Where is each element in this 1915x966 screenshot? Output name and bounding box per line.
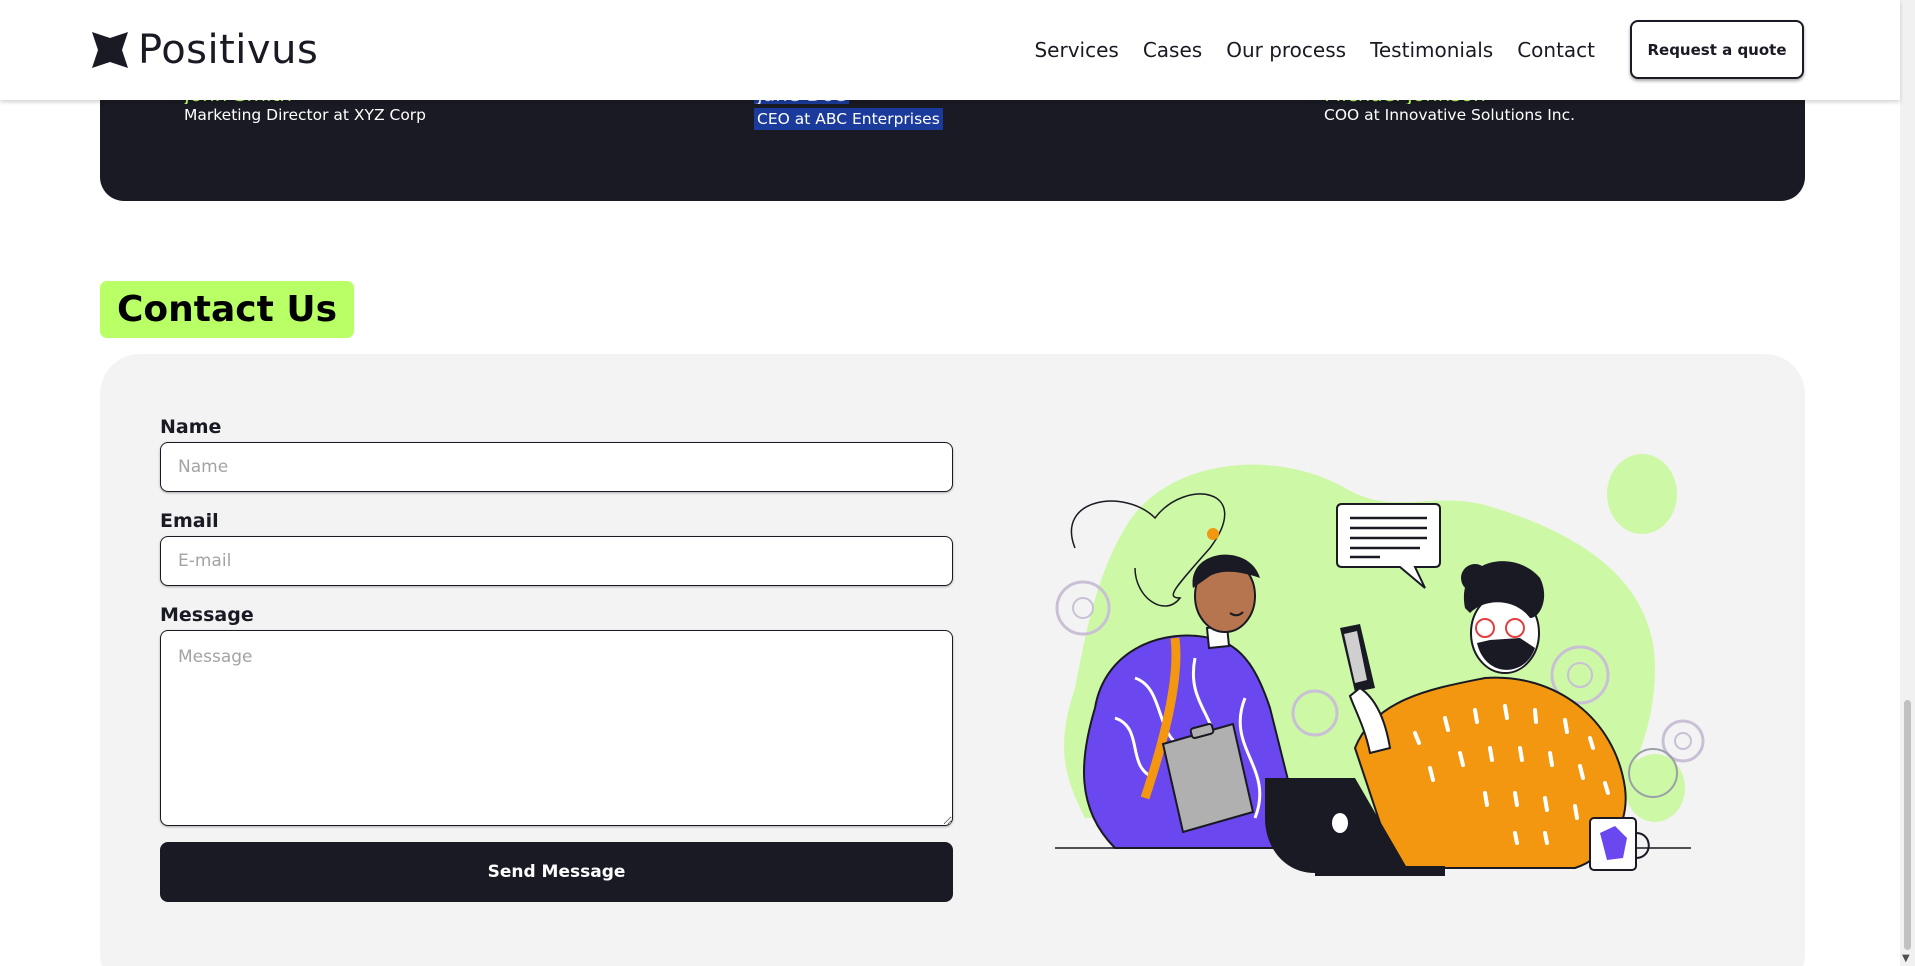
gear-icon-hub (1674, 732, 1692, 750)
testimonial-role: COO at Innovative Solutions Inc. (1324, 106, 1576, 124)
brand-name: Positivus (138, 27, 319, 73)
positivus-star-icon (92, 32, 128, 68)
scroll-down-arrow-icon[interactable]: ▼ (1902, 954, 1910, 964)
testimonial-role: CEO at ABC Enterprises (754, 108, 943, 130)
decorative-dot (1207, 528, 1219, 540)
nav-link-testimonials[interactable]: Testimonials (1370, 37, 1493, 63)
message-label: Message (160, 604, 254, 626)
nav-link-services[interactable]: Services (1034, 37, 1118, 63)
page-scrollbar[interactable]: ▼ (1900, 0, 1915, 966)
request-quote-button[interactable]: Request a quote (1630, 20, 1804, 79)
send-message-button[interactable]: Send Message (160, 842, 953, 902)
testimonial-role: Marketing Director at XYZ Corp (184, 106, 427, 124)
email-input[interactable] (160, 536, 953, 586)
message-textarea[interactable] (160, 630, 953, 826)
gear-icon-hub (1072, 597, 1094, 619)
contact-heading: Contact Us (100, 281, 355, 338)
name-label: Name (160, 416, 222, 438)
contact-illustration (1055, 454, 1705, 876)
nav-link-cases[interactable]: Cases (1143, 37, 1202, 63)
nav-link-contact[interactable]: Contact (1517, 37, 1595, 63)
nav-link-our-process[interactable]: Our process (1226, 37, 1346, 63)
background-blob-small (1607, 454, 1677, 534)
scroll-thumb[interactable] (1904, 700, 1911, 950)
logo[interactable]: Positivus (92, 28, 318, 72)
main-nav: Services Cases Our process Testimonials … (1034, 37, 1595, 63)
name-input[interactable] (160, 442, 953, 492)
site-header: Positivus Services Cases Our process Tes… (0, 0, 1900, 100)
email-label: Email (160, 510, 219, 532)
